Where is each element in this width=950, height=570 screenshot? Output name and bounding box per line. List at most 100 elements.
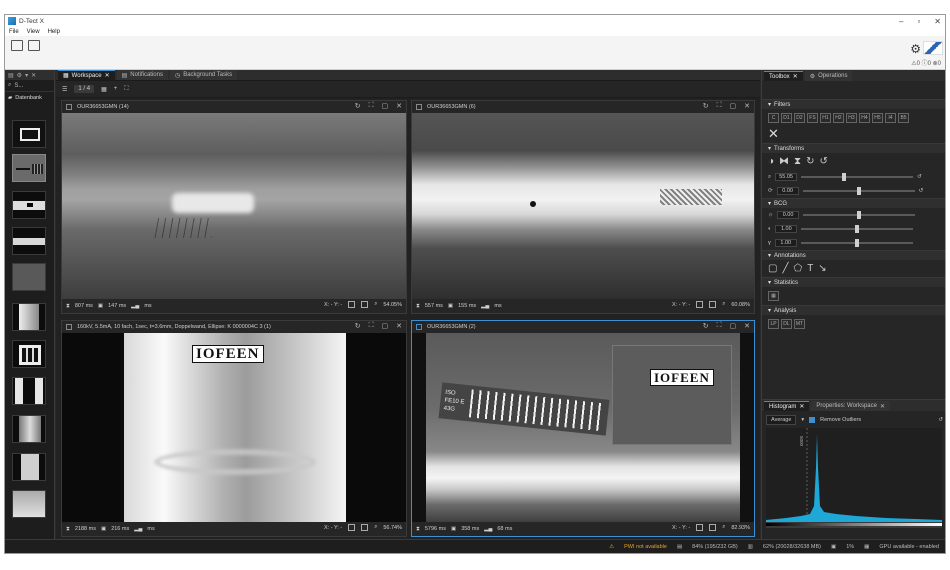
close-icon[interactable]: ✕ <box>744 322 750 330</box>
viewer-select-checkbox[interactable] <box>66 104 72 110</box>
fit-icon[interactable]: ⛶ <box>717 322 722 330</box>
fit-icon[interactable]: ⛶ <box>369 322 374 330</box>
image-viewer-2[interactable]: OUR36653GMN (6) ↻ ⛶ ▢ ✕ ⧗ 557 ms ▣ 155 m… <box>411 100 755 314</box>
flip-vertical-icon[interactable]: ⧗ <box>794 156 801 167</box>
toggle-icon[interactable] <box>696 301 704 308</box>
radiograph-image[interactable] <box>62 113 406 301</box>
minimize-button[interactable]: – <box>899 17 903 26</box>
analysis-button-dl[interactable]: DL <box>781 319 792 329</box>
maximize-icon[interactable]: ▢ <box>382 102 389 110</box>
zoom-level[interactable]: 82.93% <box>731 525 750 531</box>
filter-button-fs[interactable]: FS <box>807 113 818 123</box>
sync-icon[interactable]: ↻ <box>355 102 361 110</box>
toggle-icon[interactable] <box>696 524 704 531</box>
tab-operations[interactable]: ⚙ Operations <box>804 71 853 81</box>
rotate-slider[interactable] <box>802 187 915 195</box>
section-analysis[interactable]: ▾ Analysis <box>762 305 945 315</box>
thumbnail-6[interactable] <box>12 303 46 331</box>
tab-properties[interactable]: Properties: Workspace ✕ <box>811 401 890 411</box>
filter-button-c[interactable]: C <box>768 113 779 123</box>
maximize-icon[interactable]: ▢ <box>730 322 737 330</box>
maximize-icon[interactable]: ▢ <box>382 322 389 330</box>
rectangle-icon[interactable]: ▢ <box>768 263 777 274</box>
gamma-slider-handle[interactable] <box>854 239 859 247</box>
rotate-left-icon[interactable]: ↺ <box>819 156 827 167</box>
close-icon[interactable]: ✕ <box>396 102 402 110</box>
radiograph-image[interactable]: IOFEEN <box>62 333 406 524</box>
filter-button-b5[interactable]: B5 <box>898 113 909 123</box>
fit-icon[interactable]: ⛶ <box>124 86 128 93</box>
section-filters[interactable]: ▾ Filters <box>762 99 945 109</box>
zoom-slider[interactable] <box>801 173 914 181</box>
tab-close-icon[interactable]: ✕ <box>105 72 110 79</box>
reset-icon[interactable]: ↺ <box>938 417 943 423</box>
tab-close-icon[interactable]: ✕ <box>799 403 804 410</box>
edit-icon[interactable] <box>11 40 23 51</box>
radiograph-image[interactable] <box>412 113 754 301</box>
image-viewer-3[interactable]: 160kV, 5.5mA, 10 fach, 1sec, t=3.6mm, Do… <box>61 320 407 537</box>
menu-file[interactable]: File <box>9 29 19 35</box>
tab-workspace[interactable]: ▦ Workspace ✕ <box>58 70 115 80</box>
filter-button-d2[interactable]: D2 <box>794 113 805 123</box>
grid-icon[interactable] <box>361 524 369 531</box>
section-transforms[interactable]: ▾ Transforms <box>762 143 945 153</box>
contrast-value[interactable]: 1.00 <box>775 225 798 233</box>
toggle-icon[interactable] <box>348 301 356 308</box>
gamma-slider[interactable] <box>800 239 913 247</box>
tab-notifications[interactable]: ▤ Notifications <box>116 70 168 80</box>
contrast-slider-handle[interactable] <box>855 225 860 233</box>
maximize-button[interactable]: ▫ <box>917 17 920 26</box>
radiograph-image[interactable]: IOFEEN ISO FE10 E 43G <box>412 333 754 524</box>
zoom-level[interactable]: 60.08% <box>731 302 750 308</box>
rotate-slider-handle[interactable] <box>856 187 861 195</box>
invert-icon[interactable]: ◑ <box>768 156 774 167</box>
brightness-slider-handle[interactable] <box>857 211 862 219</box>
panel-settings-icon[interactable]: ⚙ <box>17 72 22 79</box>
histogram-mode-select[interactable]: Average <box>766 415 797 425</box>
filter-button-h3[interactable]: H3 <box>846 113 857 123</box>
thumbnail-10[interactable] <box>12 453 46 481</box>
fit-icon[interactable]: ⛶ <box>369 102 374 110</box>
polygon-icon[interactable]: ⬠ <box>793 263 802 274</box>
section-annotations[interactable]: ▾ Annotations <box>762 250 945 260</box>
analysis-button-mt[interactable]: MT <box>794 319 805 329</box>
filter-button-h4[interactable]: H4 <box>859 113 870 123</box>
rotate-value[interactable]: 0.00 <box>776 187 799 195</box>
rotate-right-icon[interactable]: ↻ <box>806 156 814 167</box>
zoom-value[interactable]: 55.05 <box>775 173 798 181</box>
panel-pin-icon[interactable]: ▾ <box>25 72 28 79</box>
sync-icon[interactable]: ↻ <box>703 102 709 110</box>
filter-button-h5[interactable]: H5 <box>872 113 883 123</box>
zoom-slider-handle[interactable] <box>841 173 846 181</box>
histogram-chart[interactable]: 5000 <box>766 428 942 528</box>
menu-view[interactable]: View <box>27 29 40 35</box>
thumbnail-11[interactable] <box>12 490 46 518</box>
filter-button-d1[interactable]: D1 <box>781 113 792 123</box>
thumbnail-4[interactable] <box>12 227 46 255</box>
copy-icon[interactable] <box>28 40 40 51</box>
arrow-icon[interactable]: ↘ <box>818 263 826 274</box>
thumbnail-2[interactable] <box>12 154 46 182</box>
section-bcg[interactable]: ▾ BCG <box>762 198 945 208</box>
close-icon[interactable]: ✕ <box>396 322 402 330</box>
menu-help[interactable]: Help <box>48 29 60 35</box>
gamma-value[interactable]: 1.00 <box>774 239 797 247</box>
zoom-level[interactable]: 56.74% <box>383 525 402 531</box>
close-icon[interactable]: ✕ <box>744 102 750 110</box>
maximize-icon[interactable]: ▢ <box>730 102 737 110</box>
grid-icon[interactable] <box>361 301 369 308</box>
filter-button-i4[interactable]: I4 <box>885 113 896 123</box>
text-icon[interactable]: T <box>807 263 813 274</box>
toggle-icon[interactable] <box>348 524 356 531</box>
brightness-value[interactable]: 0.00 <box>777 211 800 219</box>
thumbnail-1[interactable] <box>12 120 46 148</box>
layout-menu-icon[interactable]: ☰ <box>62 86 67 93</box>
section-statistics[interactable]: ▾ Statistics <box>762 277 945 287</box>
image-viewer-1[interactable]: OUR36653GMN (14) ↻ ⛶ ▢ ✕ ⧗ 807 ms ▣ 147 … <box>61 100 407 314</box>
thumbnail-9[interactable] <box>12 415 46 443</box>
filter-button-h1[interactable]: H1 <box>820 113 831 123</box>
tab-background-tasks[interactable]: ◷ Background Tasks <box>169 70 238 80</box>
contrast-slider[interactable] <box>801 225 914 233</box>
panel-close-icon[interactable]: ✕ <box>31 72 36 79</box>
search-input[interactable]: S... <box>14 83 23 89</box>
